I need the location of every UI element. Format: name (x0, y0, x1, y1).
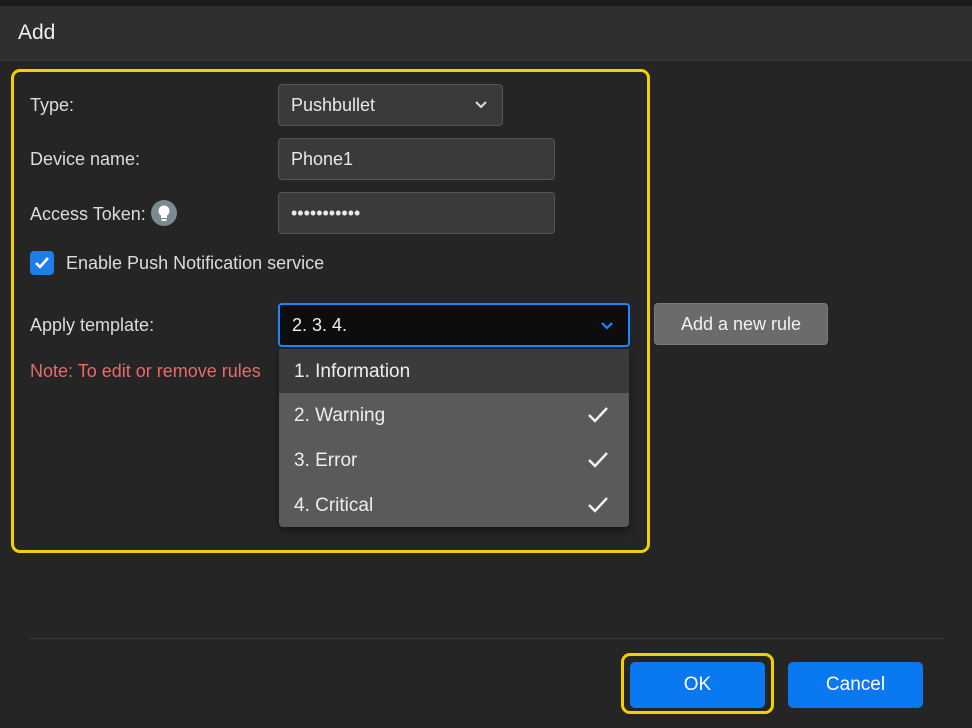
checkmark-icon (35, 257, 49, 269)
apply-template-value: 2. 3. 4. (292, 315, 348, 335)
dialog-title: Add (18, 21, 56, 44)
access-token-value: ••••••••••• (291, 203, 361, 223)
rules-note: Note: To edit or remove rules (30, 361, 261, 381)
dropdown-option-information[interactable]: 1. Information (279, 349, 629, 393)
add-new-rule-button[interactable]: Add a new rule (654, 303, 828, 345)
apply-template-label: Apply template: (30, 315, 155, 335)
access-token-field[interactable]: ••••••••••• (278, 192, 555, 234)
chevron-down-icon (475, 101, 487, 109)
device-name-value: Phone1 (291, 149, 354, 169)
checkmark-icon (588, 497, 608, 513)
option-label: 4. Critical (294, 495, 374, 516)
type-label: Type: (30, 95, 75, 115)
apply-template-select[interactable]: 2. 3. 4. (278, 303, 630, 347)
cancel-button[interactable]: Cancel (788, 662, 923, 708)
device-name-label: Device name: (30, 149, 141, 169)
dropdown-option-error[interactable]: 3. Error (279, 438, 629, 483)
ok-button[interactable]: OK (630, 662, 765, 708)
option-label: 1. Information (294, 361, 411, 382)
checkmark-icon (588, 407, 608, 423)
option-label: 3. Error (294, 450, 358, 471)
enable-push-checkbox[interactable] (30, 251, 54, 275)
dropdown-option-warning[interactable]: 2. Warning (279, 393, 629, 438)
option-label: 2. Warning (294, 405, 386, 426)
dialog-titlebar: Add (0, 6, 972, 61)
footer-divider (30, 638, 944, 639)
type-select[interactable]: Pushbullet (278, 84, 503, 126)
template-dropdown-menu: 1. Information 2. Warning 3. Error 4. Cr… (279, 349, 629, 527)
lightbulb-glyph (158, 205, 170, 221)
enable-push-label[interactable]: Enable Push Notification service (66, 253, 324, 274)
access-token-label: Access Token: (30, 204, 146, 224)
lightbulb-icon[interactable] (151, 200, 177, 226)
chevron-down-icon (601, 322, 613, 330)
checkmark-icon (588, 452, 608, 468)
device-name-field[interactable]: Phone1 (278, 138, 555, 180)
dropdown-option-critical[interactable]: 4. Critical (279, 483, 629, 527)
type-select-value: Pushbullet (291, 95, 376, 115)
